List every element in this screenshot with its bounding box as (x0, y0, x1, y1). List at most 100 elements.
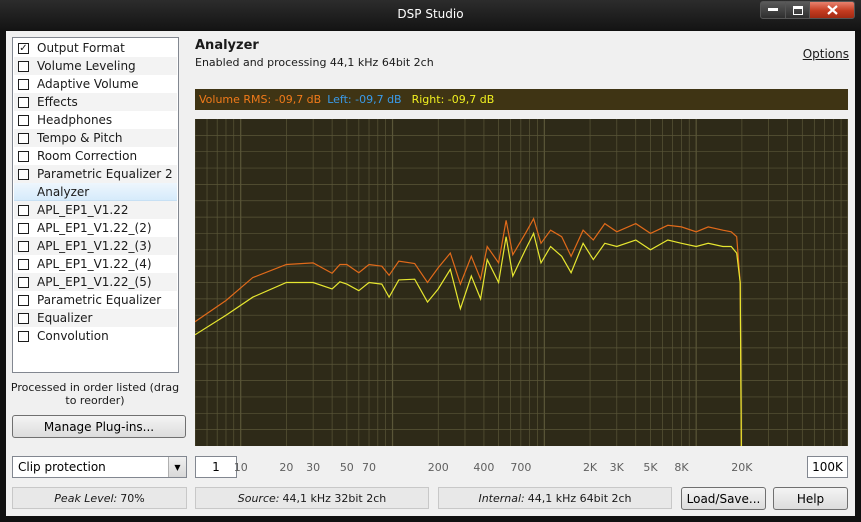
analyzer-subtitle: Enabled and processing 44,1 kHz 64bit 2c… (195, 56, 434, 69)
plugin-label: APL_EP1_V1.22_(3) (37, 239, 152, 253)
plugin-label: Convolution (37, 329, 109, 343)
x-tick-label: 20 (279, 461, 294, 474)
plugin-label: Headphones (37, 113, 113, 127)
plugin-checkbox[interactable] (18, 204, 29, 216)
x-tick-label: 200 (427, 461, 449, 474)
plugin-list-item[interactable]: APL_EP1_V1.22_(4) (14, 255, 177, 273)
plugin-list[interactable]: ✓ Output Format Volume Leveling Adaptive Vo… (12, 37, 179, 373)
load-save-button[interactable]: Load/Save... (681, 487, 766, 510)
peak-level-value: 70% (120, 491, 145, 505)
plugin-list-item[interactable]: Volume Leveling (14, 57, 177, 75)
plugin-label: Tempo & Pitch (37, 131, 123, 145)
x-tick-label: 700 (510, 461, 532, 474)
plugin-list-item[interactable]: Effects (14, 93, 177, 111)
x-tick-label: 5K (643, 461, 658, 474)
plugin-checkbox[interactable] (18, 312, 29, 324)
x-tick-label: 20K (731, 461, 753, 474)
order-note: Processed in order listed (drag to reord… (10, 381, 180, 407)
plugin-label: Room Correction (37, 149, 138, 163)
x-tick-label: 400 (473, 461, 495, 474)
right-rms: Right: -09,7 dB (411, 93, 495, 106)
plugin-label: APL_EP1_V1.22 (37, 203, 129, 217)
plugin-list-item[interactable]: APL_EP1_V1.22 (14, 201, 177, 219)
plugin-label: Parametric Equalizer 2 (37, 167, 173, 181)
minimize-button[interactable] (760, 1, 786, 19)
plugin-checkbox[interactable] (18, 294, 29, 306)
options-link[interactable]: Options (803, 47, 849, 61)
help-button[interactable]: Help (773, 487, 848, 510)
maximize-button[interactable] (785, 1, 810, 19)
x-tick-label: 10 (233, 461, 248, 474)
plugin-checkbox[interactable] (18, 78, 29, 90)
plugin-label: Effects (37, 95, 78, 109)
source-status: Source: 44,1 kHz 32bit 2ch (195, 487, 429, 509)
plugin-list-item[interactable]: APL_EP1_V1.22_(2) (14, 219, 177, 237)
plugin-list-item[interactable]: APL_EP1_V1.22_(5) (14, 273, 177, 291)
plugin-list-item[interactable]: ✓ Output Format (14, 39, 177, 57)
title-bar[interactable]: DSP Studio (0, 0, 861, 30)
close-icon (826, 5, 838, 15)
close-button[interactable] (809, 1, 855, 19)
plugin-checkbox[interactable] (18, 114, 29, 126)
source-value: 44,1 kHz 32bit 2ch (282, 491, 387, 505)
x-tick-label: 30 (306, 461, 321, 474)
yellow-series-line (195, 231, 742, 446)
plugin-label: Output Format (37, 41, 125, 55)
plugin-checkbox[interactable]: ✓ (18, 42, 29, 54)
plugin-label: Analyzer (37, 184, 90, 199)
plugin-label: APL_EP1_V1.22_(5) (37, 275, 152, 289)
internal-status: Internal: 44,1 kHz 64bit 2ch (438, 487, 672, 509)
plugin-list-item[interactable]: Tempo & Pitch (14, 129, 177, 147)
plugin-label: Volume Leveling (37, 59, 136, 73)
volume-rms: Volume RMS: -09,7 dB (199, 93, 322, 106)
source-label: Source: (237, 491, 280, 505)
client-area: ✓ Output Format Volume Leveling Adaptive Vo… (6, 31, 855, 516)
x-tick-label: 8K (674, 461, 689, 474)
clip-protection-select[interactable]: Clip protection ▼ (12, 456, 187, 478)
plugin-list-item[interactable]: APL_EP1_V1.22_(3) (14, 237, 177, 255)
x-tick-label: 3K (609, 461, 624, 474)
plugin-list-item[interactable]: Room Correction (14, 147, 177, 165)
plugin-list-item[interactable]: Parametric Equalizer 2 (14, 165, 177, 183)
internal-value: 44,1 kHz 64bit 2ch (527, 491, 632, 505)
chevron-down-icon[interactable]: ▼ (168, 457, 186, 477)
x-tick-label: 70 (362, 461, 376, 474)
min-frequency-box[interactable]: 1 (195, 456, 237, 478)
plugin-checkbox[interactable] (18, 222, 29, 234)
x-tick-label: 50 (339, 461, 354, 474)
plugin-checkbox[interactable] (18, 96, 29, 108)
max-frequency-box[interactable]: 100K (807, 456, 848, 478)
minimize-icon (768, 8, 778, 11)
internal-label: Internal: (478, 491, 525, 505)
plugin-list-item[interactable]: Headphones (14, 111, 177, 129)
peak-level-status: Peak Level: 70% (12, 487, 187, 509)
left-rms: Left: -09,7 dB (327, 93, 402, 106)
plugin-list-item[interactable]: Equalizer (14, 309, 177, 327)
plugin-checkbox[interactable] (18, 132, 29, 144)
plugin-checkbox[interactable] (18, 258, 29, 270)
analyzer-title: Analyzer (195, 38, 259, 53)
plugin-checkbox[interactable] (18, 330, 29, 342)
rms-bar: Volume RMS: -09,7 dB Left: -09,7 dB Righ… (195, 89, 848, 110)
window-title: DSP Studio (397, 7, 464, 21)
plugin-checkbox[interactable] (18, 276, 29, 288)
plugin-checkbox[interactable] (18, 240, 29, 252)
plugin-label: APL_EP1_V1.22_(4) (37, 257, 152, 271)
plugin-checkbox[interactable] (18, 168, 29, 180)
manage-plugins-button[interactable]: Manage Plug-ins... (12, 415, 186, 438)
clip-protection-value: Clip protection (18, 460, 106, 474)
plugin-list-item[interactable]: Parametric Equalizer (14, 291, 177, 309)
plugin-list-item[interactable]: Analyzer (14, 183, 177, 201)
spectrum-chart (195, 119, 848, 446)
peak-level-label: Peak Level: (54, 491, 118, 505)
plugin-checkbox[interactable] (18, 60, 29, 72)
plugin-label: Adaptive Volume (37, 77, 139, 91)
plugin-list-item[interactable]: Adaptive Volume (14, 75, 177, 93)
plugin-checkbox[interactable] (18, 150, 29, 162)
dsp-studio-window: DSP Studio ✓ Output Format Volume Leveling… (0, 0, 861, 522)
x-tick-label: 2K (582, 461, 598, 474)
plugin-list-item[interactable]: Convolution (14, 327, 177, 345)
plugin-label: APL_EP1_V1.22_(2) (37, 221, 152, 235)
maximize-icon (792, 5, 803, 15)
plugin-label: Equalizer (37, 311, 93, 325)
